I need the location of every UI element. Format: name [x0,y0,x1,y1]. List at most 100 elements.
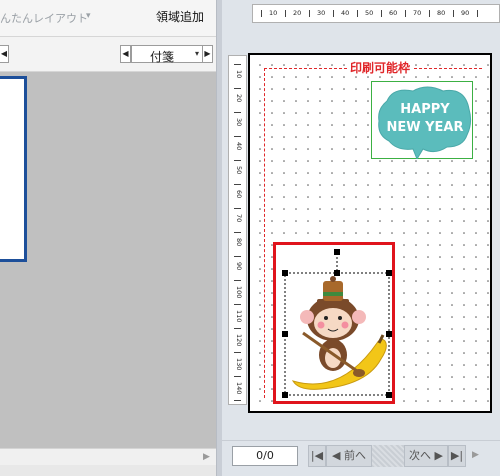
printable-area-label: 印刷可能枠 [348,59,413,76]
grid-dot [487,88,489,90]
ruler-label: 40 [235,142,243,151]
ruler-tick [429,10,430,17]
ruler-label: 30 [317,9,326,17]
chevron-down-icon[interactable]: ▾ [86,11,91,21]
ruler-tick [261,10,262,17]
ruler-label: 50 [365,9,374,17]
ruler-label: 10 [235,70,243,79]
ruler-label: 130 [235,358,243,371]
grid-dot [487,172,489,174]
ruler-label: 50 [235,166,243,175]
grid-dot [487,256,489,258]
grid-dot [487,304,489,306]
first-page-button[interactable]: |◀ [308,445,326,467]
grid-dot [487,160,489,162]
grid-dot [475,64,477,66]
grid-dot [259,88,261,90]
grid-dot [487,100,489,102]
ruler-label: 20 [235,94,243,103]
page-counter-field[interactable]: 0/0 [232,446,298,466]
ruler-tick [477,10,478,17]
sticky-next-button[interactable]: ▶ [202,45,213,63]
vertical-ruler: 10 20 30 40 50 60 70 80 90 100 110 120 130 140 [228,55,247,405]
ruler-tick [381,10,382,17]
next-page-button[interactable]: 次へ ▶ [404,445,448,467]
add-region-button[interactable]: 領域追加 [156,8,204,25]
grid-dot [487,376,489,378]
grid-dot [259,328,261,330]
grid-dot [259,256,261,258]
grid-dot [259,100,261,102]
happy-new-year-image-box[interactable]: HAPPY NEW YEAR [371,81,473,159]
ruler-tick [234,88,241,89]
happy-new-year-bubble-image: HAPPY NEW YEAR [378,86,472,159]
grid-dot [463,64,465,66]
scroll-left-arrow-icon[interactable]: ◀ [0,45,9,63]
grid-dot [487,292,489,294]
grid-dot [259,232,261,234]
grid-dot [487,64,489,66]
ruler-tick [309,10,310,17]
ruler-label: 120 [235,334,243,347]
grid-dot [259,400,261,402]
layout-pane: んたんレイアウト ▾ 領域追加 ◀ ◀ 付箋 ▾ ▶ ▶ [0,0,216,476]
grid-dot [307,64,309,66]
grid-dot [259,280,261,282]
page-navigation-bar: 0/0 |◀ ◀ 前へ 次へ ▶ ▶| ▶ [222,440,500,476]
selected-monkey-image[interactable] [273,242,395,404]
prev-page-button[interactable]: ◀ 前へ [326,445,372,467]
grid-dot [259,124,261,126]
ruler-tick [234,232,241,233]
status-strip [0,465,216,476]
grid-dot [487,328,489,330]
ruler-tick [234,136,241,137]
card-text-line2: NEW YEAR [387,120,464,135]
grid-dot [487,340,489,342]
sticky-select[interactable]: 付箋 ▾ [131,45,203,64]
grid-dot [343,64,345,66]
grid-dot [259,292,261,294]
grid-dot [259,64,261,66]
grid-dot [259,316,261,318]
grid-dot [487,244,489,246]
grid-dot [475,400,477,402]
grid-dot [319,64,321,66]
grid-dot [451,400,453,402]
easy-layout-menu[interactable]: んたんレイアウト [0,10,88,26]
grid-dot [415,64,417,66]
grid-dot [259,172,261,174]
ruler-tick [234,160,241,161]
ruler-label: 80 [235,238,243,247]
print-preview-pane: 10 20 30 40 50 60 70 80 90 10 20 30 40 50 60 70 80 90 100… [222,0,500,476]
ruler-tick [234,304,241,305]
last-page-button[interactable]: ▶| [448,445,466,467]
page-thumbnail-area [0,72,216,448]
grid-dot [439,64,441,66]
ruler-label: 40 [341,9,350,17]
horizontal-scrollbar[interactable]: ▶ [0,448,216,465]
ruler-tick [285,10,286,17]
grid-dot [487,220,489,222]
scroll-right-arrow-icon[interactable]: ▶ [472,450,479,460]
ruler-tick [234,256,241,257]
ruler-tick [234,352,241,353]
ruler-tick [234,280,241,281]
sticky-select-value: 付箋 [150,50,175,64]
grid-dot [403,400,405,402]
grid-dot [427,64,429,66]
grid-dot [271,64,273,66]
grid-dot [331,64,333,66]
grid-dot [259,304,261,306]
ruler-tick [333,10,334,17]
sticky-prev-button[interactable]: ◀ [120,45,131,63]
page-thumbnail[interactable] [0,76,27,262]
card-text-line1: HAPPY [400,102,450,117]
nav-divider [372,445,404,467]
scroll-right-arrow-icon[interactable]: ▶ [203,452,210,462]
chevron-down-icon[interactable]: ▾ [195,49,199,58]
grid-dot [259,208,261,210]
grid-dot [487,280,489,282]
ruler-tick [234,184,241,185]
grid-dot [487,76,489,78]
grid-dot [259,112,261,114]
